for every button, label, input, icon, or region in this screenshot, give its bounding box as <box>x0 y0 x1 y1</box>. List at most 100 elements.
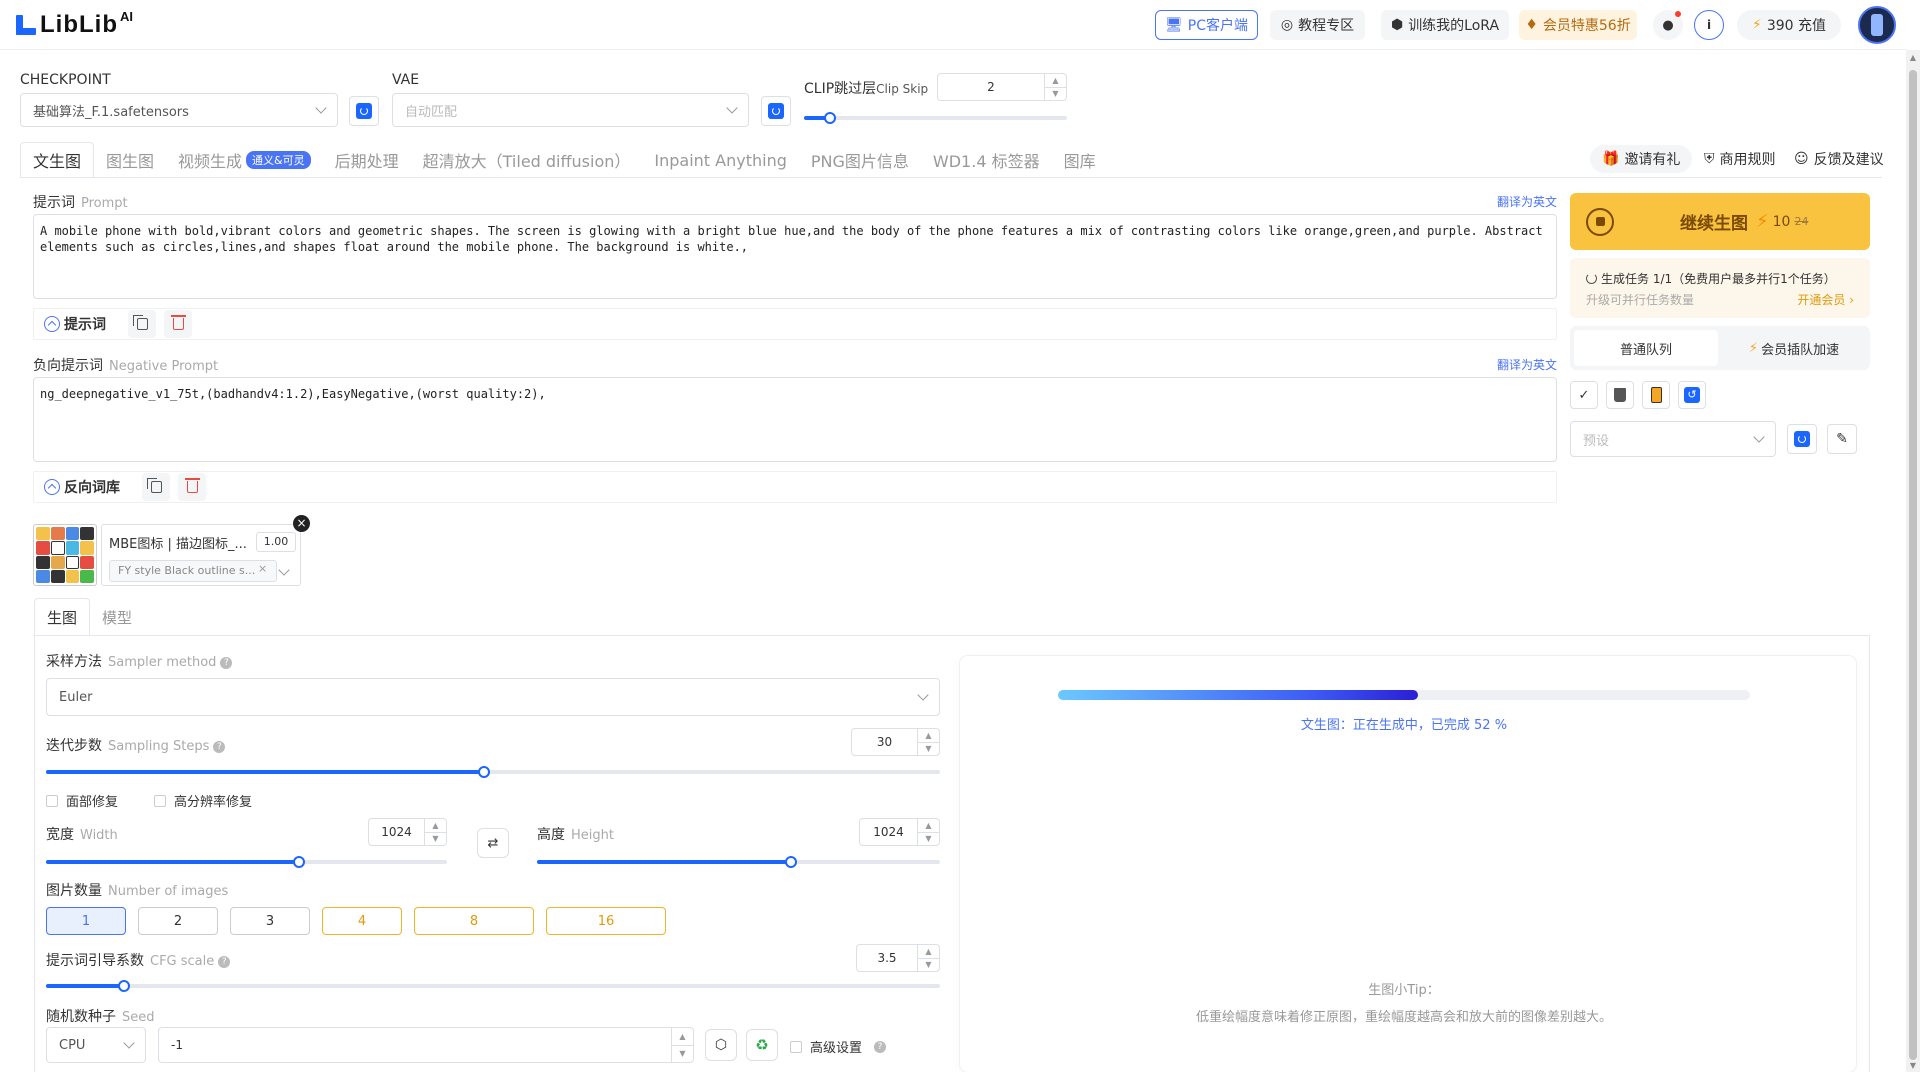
steps-stepper[interactable]: 30 ▲ ▼ <box>851 728 940 756</box>
tutorials-button[interactable]: ◎ 教程专区 <box>1270 10 1365 40</box>
liblib-logo[interactable]: LibLib AI <box>14 9 133 40</box>
seed-input[interactable]: -1 ▲ ▼ <box>158 1027 694 1063</box>
help-icon[interactable]: ? <box>218 956 231 968</box>
slider-knob[interactable] <box>117 980 130 992</box>
lora-thumbnail[interactable] <box>33 524 97 586</box>
train-lora-button[interactable]: ⬢ 训练我的LoRA <box>1381 10 1509 40</box>
refresh-preset-button[interactable] <box>1787 424 1817 454</box>
decrement-icon[interactable]: ▼ <box>918 833 939 846</box>
width-stepper[interactable]: 1024 ▲ ▼ <box>368 818 447 846</box>
increment-icon[interactable]: ▲ <box>1045 74 1066 88</box>
invite-link[interactable]: 🎁 邀请有礼 <box>1590 145 1693 173</box>
help-icon[interactable]: ? <box>220 657 233 669</box>
steps-slider[interactable] <box>46 766 940 778</box>
decrement-icon[interactable]: ▼ <box>425 833 446 846</box>
recycle-seed-button[interactable]: ♻ <box>746 1029 778 1061</box>
num-images-3[interactable]: 3 <box>230 907 310 935</box>
tab-7[interactable]: WD1.4 标签器 <box>921 142 1052 178</box>
increment-icon[interactable]: ▲ <box>918 729 939 743</box>
copy-prompt-button[interactable] <box>128 310 156 338</box>
sampler-select[interactable]: Euler <box>46 678 940 716</box>
negative-prompt-textarea[interactable]: ng_deepnegative_v1_75t,(badhandv4:1.2),E… <box>33 377 1557 462</box>
queue-vip-tab[interactable]: ⚡ 会员插队加速 <box>1722 330 1866 366</box>
prompt-textarea[interactable]: A mobile phone with bold,vibrant colors … <box>33 214 1557 299</box>
decrement-icon[interactable]: ▼ <box>918 959 939 972</box>
num-images-1[interactable]: 1 <box>46 907 126 935</box>
cfg-stepper[interactable]: 3.5 ▲ ▼ <box>856 944 940 972</box>
scroll-down-icon[interactable]: ▼ <box>1909 1062 1917 1070</box>
recharge-button[interactable]: ⚡ 390 充值 <box>1737 10 1841 40</box>
tab-generate[interactable]: 生图 <box>34 598 91 636</box>
trash-tool-button[interactable] <box>1606 381 1634 409</box>
num-images-2[interactable]: 2 <box>138 907 218 935</box>
slider-knob[interactable] <box>824 112 837 124</box>
copy-negative-button[interactable] <box>142 473 170 501</box>
user-avatar[interactable] <box>1858 6 1896 44</box>
vae-select[interactable]: 自动匹配 <box>392 93 749 127</box>
remove-lora-icon[interactable]: × <box>293 515 310 532</box>
edit-preset-button[interactable]: ✎ <box>1827 424 1857 454</box>
increment-icon[interactable]: ▲ <box>425 819 446 833</box>
lora-weight-input[interactable]: 1.00 <box>256 532 296 552</box>
height-slider[interactable] <box>537 856 940 868</box>
slider-knob[interactable] <box>292 856 305 868</box>
pc-client-button[interactable]: 🖥 PC客户端 <box>1155 10 1258 40</box>
remove-tag-icon[interactable]: × <box>258 562 267 575</box>
slider-knob[interactable] <box>784 856 797 868</box>
slider-knob[interactable] <box>478 766 491 778</box>
hires-fix-checkbox[interactable]: 高分辨率修复 <box>154 791 252 810</box>
num-images-4[interactable]: 4 <box>322 907 402 935</box>
increment-icon[interactable]: ▲ <box>918 945 939 959</box>
decrement-icon[interactable]: ▼ <box>1045 88 1066 101</box>
generate-button[interactable]: 继续生图 ⚡ 10 24 <box>1570 193 1870 250</box>
tab-4[interactable]: 超清放大（Tiled diffusion） <box>411 142 643 178</box>
queue-normal-tab[interactable]: 普通队列 <box>1574 330 1718 366</box>
messages-button[interactable]: ● <box>1653 10 1683 40</box>
vip-discount-button[interactable]: ♦ 会员特惠56折 <box>1519 10 1637 40</box>
num-images-8[interactable]: 8 <box>414 907 534 935</box>
clear-negative-button[interactable] <box>178 473 206 501</box>
scrollbar-thumb[interactable] <box>1909 70 1917 1060</box>
face-fix-checkbox[interactable]: 面部修复 <box>46 791 118 810</box>
tab-8[interactable]: 图库 <box>1052 142 1108 178</box>
tab-3[interactable]: 后期处理 <box>323 142 411 178</box>
tab-model[interactable]: 模型 <box>90 598 144 636</box>
tab-5[interactable]: Inpaint Anything <box>642 142 798 178</box>
tab-0[interactable]: 文生图 <box>20 142 95 178</box>
scroll-up-icon[interactable]: ▲ <box>1909 54 1917 62</box>
clip-skip-stepper[interactable]: 2 ▲ ▼ <box>937 73 1067 101</box>
cfg-slider[interactable] <box>46 980 940 992</box>
height-stepper[interactable]: 1024 ▲ ▼ <box>859 818 940 846</box>
swap-dimensions-button[interactable]: ⇄ <box>477 828 509 858</box>
seed-device-select[interactable]: CPU <box>46 1027 146 1063</box>
num-images-16[interactable]: 16 <box>546 907 666 935</box>
refresh-checkpoint-button[interactable] <box>349 96 379 126</box>
help-icon[interactable]: ? <box>874 1040 887 1053</box>
clear-prompt-button[interactable] <box>164 310 192 338</box>
commercial-rules-link[interactable]: ⛨ 商用规则 <box>1704 145 1776 173</box>
width-slider[interactable] <box>46 856 447 868</box>
increment-icon[interactable]: ▲ <box>918 819 939 833</box>
lora-trigger-tag[interactable]: FY style Black outline s... <box>109 560 277 582</box>
brush-tool-button[interactable]: ✓ <box>1570 381 1598 409</box>
tab-6[interactable]: PNG图片信息 <box>799 142 921 178</box>
clip-skip-slider[interactable] <box>804 112 1067 124</box>
prompt-translate-link[interactable]: 翻译为英文 <box>1497 193 1557 210</box>
undo-tool-button[interactable]: ↺ <box>1678 381 1706 409</box>
negative-translate-link[interactable]: 翻译为英文 <box>1497 356 1557 373</box>
advanced-settings-checkbox[interactable]: 高级设置? <box>790 1037 887 1056</box>
refresh-vae-button[interactable] <box>761 96 791 126</box>
decrement-icon[interactable]: ▼ <box>918 743 939 756</box>
prompt-collapse-toggle[interactable]: 提示词 <box>44 314 106 334</box>
info-button[interactable]: i <box>1694 10 1724 40</box>
phone-tool-button[interactable] <box>1642 381 1670 409</box>
help-icon[interactable]: ? <box>213 741 226 753</box>
decrement-icon[interactable]: ▼ <box>672 1046 693 1063</box>
chevron-down-icon[interactable] <box>278 564 290 576</box>
feedback-link[interactable]: ☺ 反馈及建议 <box>1794 145 1884 173</box>
tab-2[interactable]: 视频生成 通义&可灵 <box>166 142 323 178</box>
negative-collapse-toggle[interactable]: 反向词库 <box>44 477 120 497</box>
preset-select[interactable]: 预设 <box>1570 421 1776 457</box>
tab-1[interactable]: 图生图 <box>94 142 166 178</box>
open-vip-link[interactable]: 开通会员 › <box>1797 291 1854 308</box>
